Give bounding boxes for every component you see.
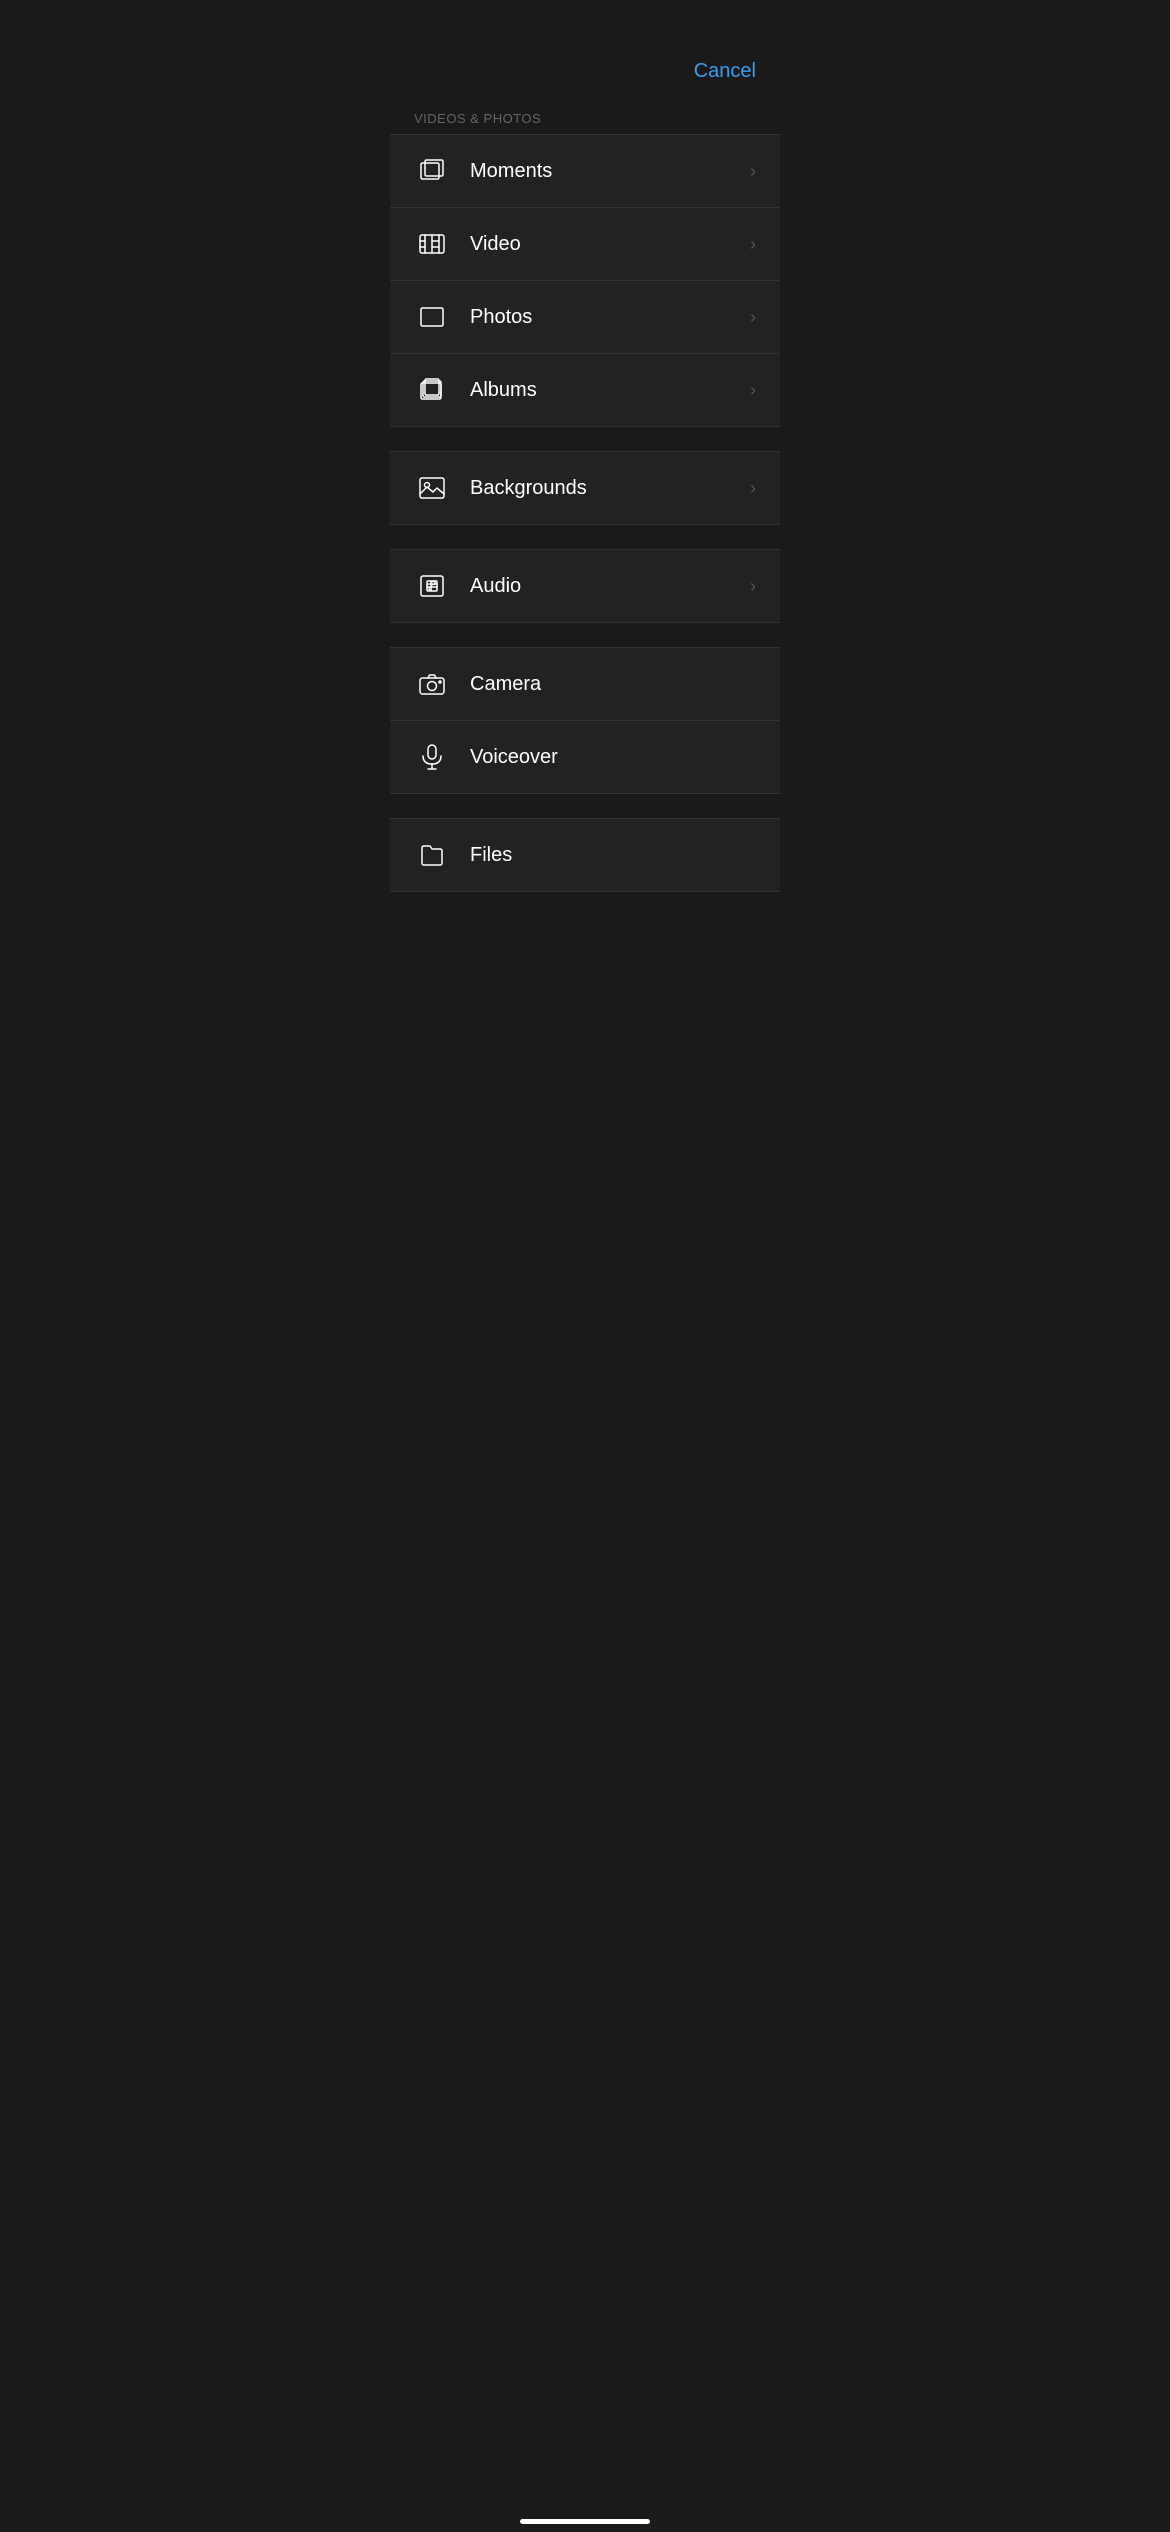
audio-group: Audio ›	[390, 549, 780, 623]
video-chevron: ›	[750, 234, 756, 255]
videos-photos-group: Moments › Video › Photos ›	[390, 134, 780, 427]
backgrounds-item[interactable]: Backgrounds ›	[390, 452, 780, 524]
header: Cancel	[390, 0, 780, 99]
video-item[interactable]: Video ›	[390, 208, 780, 281]
voiceover-icon	[414, 739, 450, 775]
albums-item[interactable]: Albums ›	[390, 354, 780, 426]
files-item[interactable]: Files	[390, 819, 780, 891]
albums-label: Albums	[470, 379, 750, 402]
videos-photos-section-label: VIDEOS & PHOTOS	[390, 99, 780, 134]
camera-item[interactable]: Camera	[390, 648, 780, 721]
backgrounds-icon	[414, 470, 450, 506]
video-icon	[414, 226, 450, 262]
moments-chevron: ›	[750, 161, 756, 182]
photos-chevron: ›	[750, 307, 756, 328]
files-group: Files	[390, 818, 780, 892]
files-icon	[414, 837, 450, 873]
voiceover-label: Voiceover	[470, 746, 756, 769]
backgrounds-chevron: ›	[750, 478, 756, 499]
moments-item[interactable]: Moments ›	[390, 135, 780, 208]
moments-icon	[414, 153, 450, 189]
capture-group: Camera Voiceover	[390, 647, 780, 794]
photos-icon	[414, 299, 450, 335]
files-label: Files	[470, 844, 756, 867]
camera-label: Camera	[470, 673, 756, 696]
audio-chevron: ›	[750, 576, 756, 597]
home-indicator	[520, 2519, 650, 2524]
moments-label: Moments	[470, 160, 750, 183]
video-label: Video	[470, 233, 750, 256]
photos-item[interactable]: Photos ›	[390, 281, 780, 354]
audio-item[interactable]: Audio ›	[390, 550, 780, 622]
audio-icon	[414, 568, 450, 604]
backgrounds-group: Backgrounds ›	[390, 451, 780, 525]
cancel-button[interactable]: Cancel	[694, 60, 756, 83]
backgrounds-label: Backgrounds	[470, 477, 750, 500]
albums-icon	[414, 372, 450, 408]
voiceover-item[interactable]: Voiceover	[390, 721, 780, 793]
photos-label: Photos	[470, 306, 750, 329]
audio-label: Audio	[470, 575, 750, 598]
albums-chevron: ›	[750, 380, 756, 401]
camera-icon	[414, 666, 450, 702]
